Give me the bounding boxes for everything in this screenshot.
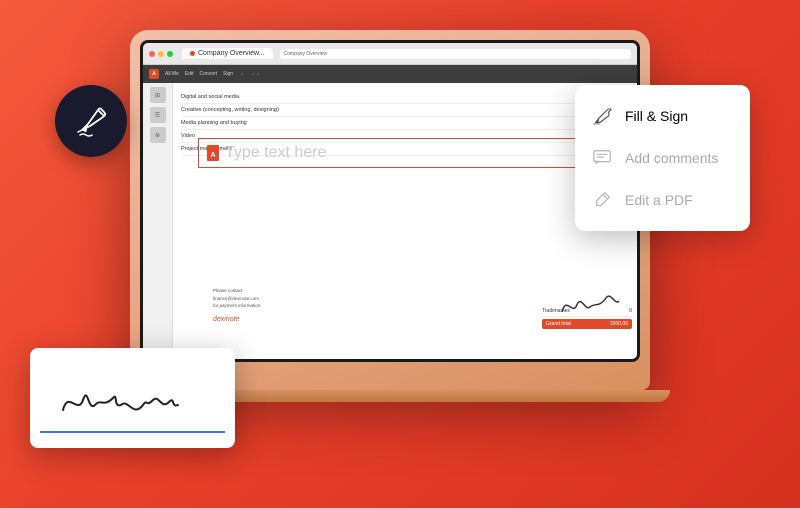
contact-text: Please contactfinance@devinote.comfor pa… (213, 288, 262, 307)
laptop-shell: Company Overview... Company Overview A A… (130, 30, 650, 390)
table-label: Creative (concepting, writing, designing… (181, 107, 609, 113)
fill-sign-label: Fill & Sign (625, 108, 688, 124)
address-text: Company Overview (284, 51, 328, 57)
tradenames-value: 0 (629, 308, 632, 314)
popup-menu: Fill & Sign Add comments Edit a PDF (575, 85, 750, 231)
menu-sign[interactable]: Sign (223, 71, 233, 77)
browser-chrome: Company Overview... Company Overview (143, 43, 637, 65)
toolbar-menu: All Me Edit Convert Sign → →→ (165, 71, 260, 77)
browser-close-dot (149, 51, 155, 57)
table-label: Digital and social media (181, 94, 609, 100)
document-area: ⊞ ☰ ⊕ Digital and social media 0 Creativ… (143, 83, 637, 359)
table-label: Media planning and buying (181, 120, 609, 126)
adobe-toolbar: A All Me Edit Convert Sign → →→ (143, 65, 637, 83)
table-row: Digital and social media 0 (181, 91, 629, 104)
popup-item-add-comments[interactable]: Add comments (575, 137, 750, 179)
menu-edit[interactable]: Edit (185, 71, 194, 77)
comment-icon (591, 147, 613, 169)
menu-arrow2: →→ (250, 71, 260, 77)
menu-arrow1: → (239, 71, 244, 77)
popup-item-edit-pdf[interactable]: Edit a PDF (575, 179, 750, 221)
fill-sign-icon (591, 105, 613, 127)
pdf-icon: A (207, 145, 219, 161)
menu-convert[interactable]: Convert (200, 71, 218, 77)
tab-favicon (190, 51, 195, 56)
browser-minimize-dot (158, 51, 164, 57)
document-signature (556, 286, 624, 327)
edit-pdf-icon (591, 189, 613, 211)
popup-item-fill-sign[interactable]: Fill & Sign (575, 95, 750, 137)
add-comments-label: Add comments (625, 150, 718, 166)
signature-svg (53, 370, 213, 425)
laptop-screen: Company Overview... Company Overview A A… (143, 43, 637, 359)
edit-pdf-label: Edit a PDF (625, 192, 693, 208)
menu-allme[interactable]: All Me (165, 71, 179, 77)
adobe-logo: A (149, 69, 159, 79)
address-bar[interactable]: Company Overview (280, 49, 631, 59)
browser-maximize-dot (167, 51, 173, 57)
doc-content: Digital and social media 0 Creative (con… (173, 83, 637, 359)
fill-sign-circle-icon (55, 85, 127, 157)
type-text-field[interactable]: A Type text here (198, 138, 629, 168)
contact-info: Please contactfinance@devinote.comfor pa… (213, 287, 262, 309)
table-row: Media planning and buying 0 (181, 117, 629, 130)
signature-card (30, 348, 235, 448)
screen-bezel: Company Overview... Company Overview A A… (140, 40, 640, 362)
sidebar-page-icon[interactable]: ☰ (150, 107, 166, 123)
svg-text:A: A (210, 152, 215, 159)
sidebar-home-icon[interactable]: ⊞ (150, 87, 166, 103)
svg-text:dexinote: dexinote (213, 316, 240, 323)
browser-tab[interactable]: Company Overview... (182, 48, 273, 59)
sidebar-bookmark-icon[interactable]: ⊕ (150, 127, 166, 143)
dexinote-logo: dexinote (213, 307, 253, 329)
doc-sidebar: ⊞ ☰ ⊕ (143, 83, 173, 359)
table-row: Creative (concepting, writing, designing… (181, 104, 629, 117)
type-text-placeholder: Type text here (225, 144, 326, 162)
tab-label: Company Overview... (198, 50, 265, 57)
signature-inner (40, 363, 225, 433)
